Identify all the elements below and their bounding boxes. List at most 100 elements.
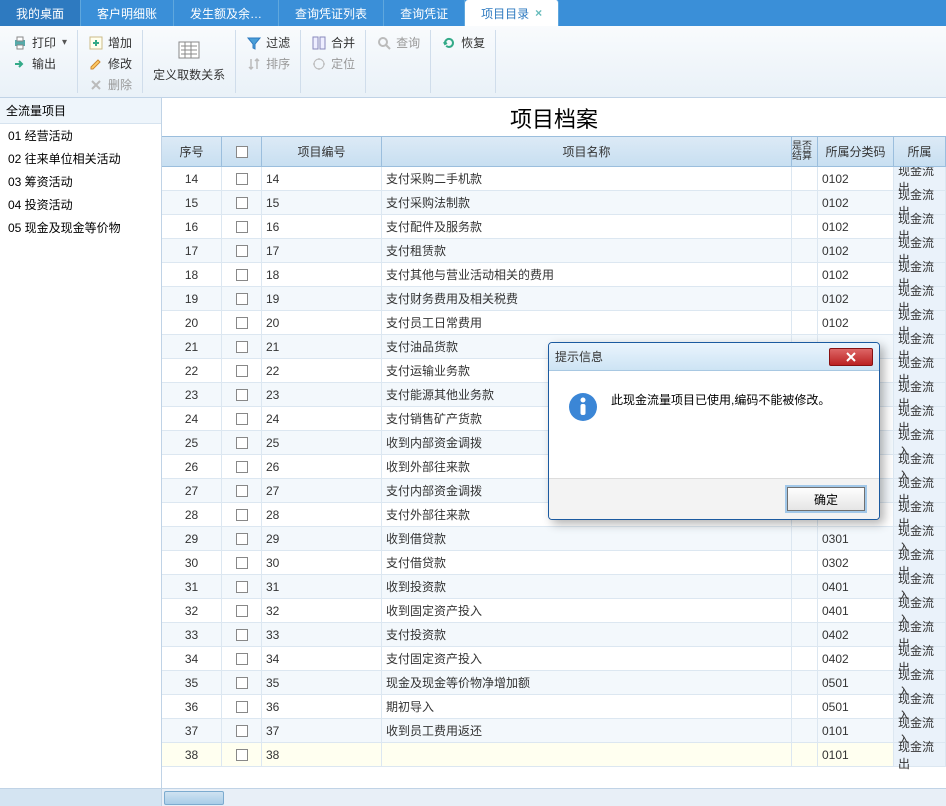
- tab-project-catalog[interactable]: 项目目录 ×: [465, 0, 559, 26]
- cell-checkbox[interactable]: [222, 551, 262, 574]
- col-code[interactable]: 所属分类码: [818, 137, 894, 166]
- cell-checkbox[interactable]: [222, 359, 262, 382]
- header-checkbox[interactable]: [236, 146, 248, 158]
- row-checkbox[interactable]: [236, 389, 248, 401]
- table-row[interactable]: 3333支付投资款0402现金流出: [162, 623, 946, 647]
- merge-button[interactable]: 合并: [307, 32, 359, 53]
- table-row[interactable]: 1515支付采购法制款0102现金流出: [162, 191, 946, 215]
- row-checkbox[interactable]: [236, 749, 248, 761]
- table-row[interactable]: 3131收到投资款0401现金流入: [162, 575, 946, 599]
- table-row[interactable]: 1818支付其他与营业活动相关的费用0102现金流出: [162, 263, 946, 287]
- tree-item[interactable]: 05 现金及现金等价物: [0, 216, 161, 239]
- row-checkbox[interactable]: [236, 365, 248, 377]
- row-checkbox[interactable]: [236, 293, 248, 305]
- tab-desktop[interactable]: 我的桌面: [0, 0, 81, 26]
- row-checkbox[interactable]: [236, 317, 248, 329]
- cell-checkbox[interactable]: [222, 239, 262, 262]
- table-row[interactable]: 2929收到借贷款0301现金流入: [162, 527, 946, 551]
- cell-checkbox[interactable]: [222, 215, 262, 238]
- row-checkbox[interactable]: [236, 605, 248, 617]
- row-checkbox[interactable]: [236, 509, 248, 521]
- tree-item[interactable]: 04 投资活动: [0, 193, 161, 216]
- query-button[interactable]: 查询: [372, 32, 424, 53]
- cell-checkbox[interactable]: [222, 695, 262, 718]
- cell-checkbox[interactable]: [222, 191, 262, 214]
- cell-checkbox[interactable]: [222, 503, 262, 526]
- table-row[interactable]: 38380101现金流出: [162, 743, 946, 767]
- cell-checkbox[interactable]: [222, 455, 262, 478]
- row-checkbox[interactable]: [236, 269, 248, 281]
- tree-item[interactable]: 01 经营活动: [0, 124, 161, 147]
- cell-checkbox[interactable]: [222, 407, 262, 430]
- row-checkbox[interactable]: [236, 677, 248, 689]
- row-checkbox[interactable]: [236, 533, 248, 545]
- col-seq[interactable]: 序号: [162, 137, 222, 166]
- row-checkbox[interactable]: [236, 629, 248, 641]
- table-row[interactable]: 3737收到员工费用返还0101现金流入: [162, 719, 946, 743]
- scrollbar-track[interactable]: [162, 789, 946, 806]
- cell-checkbox[interactable]: [222, 335, 262, 358]
- row-checkbox[interactable]: [236, 701, 248, 713]
- row-checkbox[interactable]: [236, 413, 248, 425]
- row-checkbox[interactable]: [236, 173, 248, 185]
- define-relation-button[interactable]: 定义取数关系: [149, 64, 229, 85]
- col-category[interactable]: 所属: [894, 137, 946, 166]
- cell-checkbox[interactable]: [222, 575, 262, 598]
- cell-checkbox[interactable]: [222, 431, 262, 454]
- cell-checkbox[interactable]: [222, 671, 262, 694]
- tab-voucher-query[interactable]: 查询凭证: [384, 0, 465, 26]
- locate-button[interactable]: 定位: [307, 53, 359, 74]
- cell-checkbox[interactable]: [222, 647, 262, 670]
- output-button[interactable]: 输出: [8, 53, 71, 74]
- restore-button[interactable]: 恢复: [437, 32, 489, 53]
- row-checkbox[interactable]: [236, 221, 248, 233]
- edit-button[interactable]: 修改: [84, 53, 136, 74]
- horizontal-scrollbar[interactable]: [0, 788, 946, 806]
- cell-checkbox[interactable]: [222, 287, 262, 310]
- dialog-titlebar[interactable]: 提示信息: [549, 343, 879, 371]
- cell-checkbox[interactable]: [222, 263, 262, 286]
- cell-checkbox[interactable]: [222, 167, 262, 190]
- row-checkbox[interactable]: [236, 245, 248, 257]
- add-button[interactable]: 增加: [84, 32, 136, 53]
- row-checkbox[interactable]: [236, 581, 248, 593]
- table-row[interactable]: 1414支付采购二手机款0102现金流出: [162, 167, 946, 191]
- row-checkbox[interactable]: [236, 197, 248, 209]
- table-row[interactable]: 1717支付租赁款0102现金流出: [162, 239, 946, 263]
- table-row[interactable]: 3434支付固定资产投入0402现金流出: [162, 647, 946, 671]
- tab-customer-ledger[interactable]: 客户明细账: [81, 0, 174, 26]
- row-checkbox[interactable]: [236, 557, 248, 569]
- cell-checkbox[interactable]: [222, 311, 262, 334]
- cell-checkbox[interactable]: [222, 719, 262, 742]
- row-checkbox[interactable]: [236, 653, 248, 665]
- cell-checkbox[interactable]: [222, 479, 262, 502]
- table-row[interactable]: 3636期初导入0501现金流入: [162, 695, 946, 719]
- row-checkbox[interactable]: [236, 461, 248, 473]
- dialog-close-button[interactable]: [829, 348, 873, 366]
- cell-checkbox[interactable]: [222, 527, 262, 550]
- row-checkbox[interactable]: [236, 341, 248, 353]
- ok-button[interactable]: 确定: [787, 487, 865, 511]
- table-row[interactable]: 3232收到固定资产投入0401现金流入: [162, 599, 946, 623]
- tree-item[interactable]: 02 往来单位相关活动: [0, 147, 161, 170]
- tab-voucher-list[interactable]: 查询凭证列表: [279, 0, 384, 26]
- table-row[interactable]: 1616支付配件及服务款0102现金流出: [162, 215, 946, 239]
- sort-button[interactable]: 排序: [242, 53, 294, 74]
- delete-button[interactable]: 删除: [84, 74, 136, 95]
- cell-checkbox[interactable]: [222, 599, 262, 622]
- table-row[interactable]: 2020支付员工日常费用0102现金流出: [162, 311, 946, 335]
- cell-checkbox[interactable]: [222, 623, 262, 646]
- row-checkbox[interactable]: [236, 725, 248, 737]
- cell-checkbox[interactable]: [222, 743, 262, 766]
- row-checkbox[interactable]: [236, 485, 248, 497]
- cell-checkbox[interactable]: [222, 383, 262, 406]
- tree-item[interactable]: 03 筹资活动: [0, 170, 161, 193]
- row-checkbox[interactable]: [236, 437, 248, 449]
- tab-balance[interactable]: 发生额及余…: [174, 0, 279, 26]
- scrollbar-thumb[interactable]: [164, 791, 224, 805]
- filter-button[interactable]: 过滤: [242, 32, 294, 53]
- tree-root[interactable]: 全流量项目: [0, 98, 161, 124]
- col-name[interactable]: 项目名称: [382, 137, 792, 166]
- table-row[interactable]: 3535现金及现金等价物净增加额0501现金流入: [162, 671, 946, 695]
- col-flag[interactable]: 是否结算: [792, 137, 818, 166]
